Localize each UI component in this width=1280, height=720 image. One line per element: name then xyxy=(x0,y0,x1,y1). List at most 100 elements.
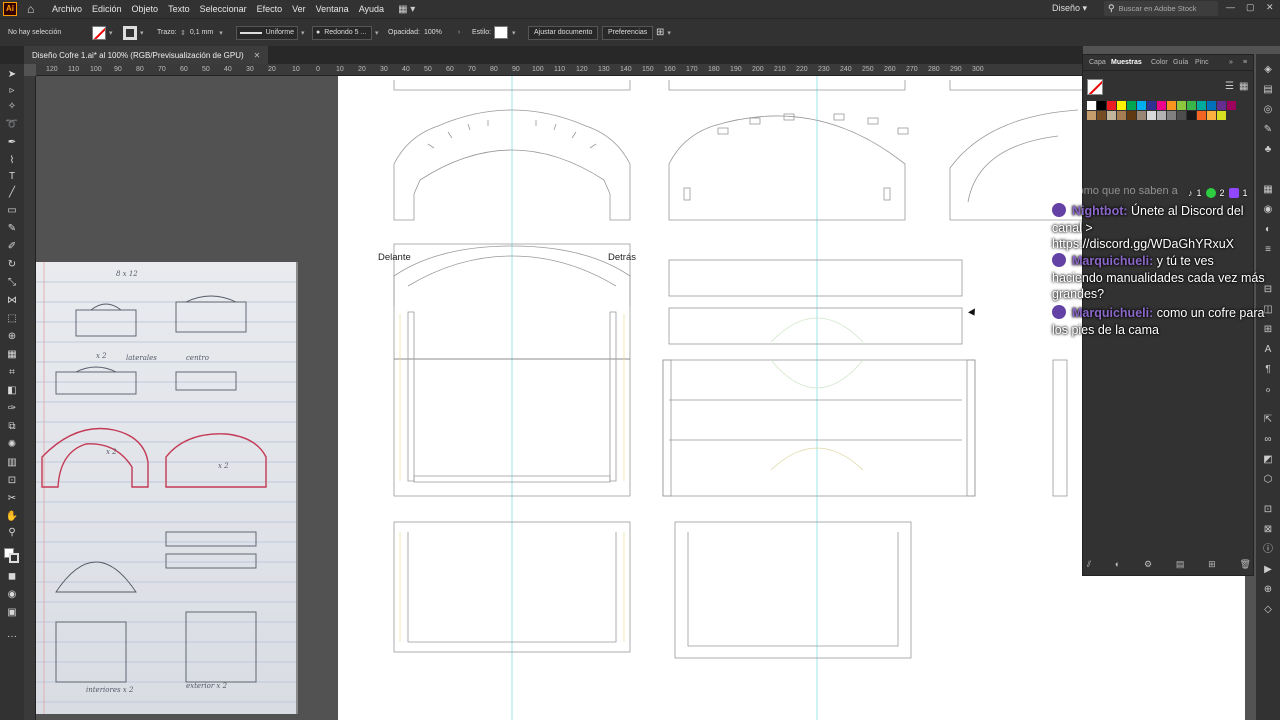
variables-icon[interactable]: ⊕ xyxy=(1262,584,1274,596)
show-swatch-kinds-icon[interactable]: ◐ xyxy=(1115,559,1120,570)
home-icon[interactable]: ⌂ xyxy=(27,3,39,15)
color-swatch[interactable] xyxy=(1147,101,1156,110)
line-tool-icon[interactable]: ╱ xyxy=(4,186,20,200)
align-icon[interactable]: ⊞ ▾ xyxy=(656,25,671,40)
maximize-icon[interactable]: ▢ xyxy=(1246,2,1255,13)
color-swatch[interactable] xyxy=(1157,111,1166,120)
swatch-options-icon[interactable]: ⚙ xyxy=(1144,559,1152,570)
artboard-tool-icon[interactable]: ⊡ xyxy=(4,474,20,488)
image-trace-icon[interactable]: ◩ xyxy=(1262,454,1274,466)
panel-collapse-icon[interactable]: » xyxy=(1229,59,1233,66)
color-swatch[interactable] xyxy=(1177,101,1186,110)
color-swatch[interactable] xyxy=(1167,101,1176,110)
color-swatch[interactable] xyxy=(1137,111,1146,120)
scale-tool-icon[interactable]: ⤡ xyxy=(4,276,20,290)
color-swatch[interactable] xyxy=(1187,111,1196,120)
artboards-icon[interactable]: ⊡ xyxy=(1262,504,1274,516)
color-swatch[interactable] xyxy=(1197,111,1206,120)
attributes-icon[interactable]: ◇ xyxy=(1262,604,1274,616)
style-select[interactable]: ▾ xyxy=(494,25,516,40)
selection-tool-icon[interactable]: ➤ xyxy=(4,68,20,82)
workspace-switcher[interactable]: Diseño ▾ xyxy=(1052,3,1087,14)
symbols-icon[interactable]: ♣ xyxy=(1262,144,1274,156)
more-tools-icon[interactable]: ··· xyxy=(4,630,20,644)
menu-seleccionar[interactable]: Seleccionar xyxy=(200,4,247,14)
gradient-tool-icon[interactable]: ◧ xyxy=(4,384,20,398)
color-swatch[interactable] xyxy=(1117,111,1126,120)
menu-ventana[interactable]: Ventana xyxy=(316,4,349,14)
type-tool-icon[interactable]: T xyxy=(4,170,20,184)
color-swatch[interactable] xyxy=(1107,111,1116,120)
new-swatch-icon[interactable]: ⊞ xyxy=(1208,559,1216,570)
width-tool-icon[interactable]: ⋈ xyxy=(4,294,20,308)
menu-texto[interactable]: Texto xyxy=(168,4,190,14)
minimize-icon[interactable]: — xyxy=(1226,2,1235,12)
opentype-icon[interactable]: ℴ xyxy=(1262,384,1274,396)
rectangle-tool-icon[interactable]: ▭ xyxy=(4,204,20,218)
menu-edicion[interactable]: Edición xyxy=(92,4,122,14)
adobe-stock-search[interactable]: ⚲ Buscar en Adobe Stock xyxy=(1104,1,1218,16)
tab-guia[interactable]: Guía xyxy=(1173,59,1188,66)
zoom-tool-icon[interactable]: ⚲ xyxy=(4,526,20,540)
color-swatch[interactable] xyxy=(1097,111,1106,120)
color-swatch[interactable] xyxy=(1097,101,1106,110)
libraries-icon[interactable]: ▤ xyxy=(1262,84,1274,96)
brush-select[interactable]: ● Redondo 5 ... ▾ xyxy=(312,25,379,40)
fit-document-button[interactable]: Ajustar documento xyxy=(528,25,599,40)
lasso-icon[interactable]: ➰ xyxy=(4,118,20,132)
color-swatch[interactable] xyxy=(1207,111,1216,120)
shaper-tool-icon[interactable]: ✐ xyxy=(4,240,20,254)
menu-archivo[interactable]: Archivo xyxy=(52,4,82,14)
color-swatch[interactable] xyxy=(1147,111,1156,120)
color-swatch[interactable] xyxy=(1087,111,1096,120)
symbol-sprayer-icon[interactable]: ✺ xyxy=(4,438,20,452)
brushes-icon[interactable]: ✎ xyxy=(1262,124,1274,136)
hand-tool-icon[interactable]: ✋ xyxy=(4,510,20,524)
tab-document[interactable]: Diseño Cofre 1.ai* al 100% (RGB/Previsua… xyxy=(24,46,269,64)
color-swatch[interactable] xyxy=(1127,111,1136,120)
color-swatch[interactable] xyxy=(1217,111,1226,120)
links-icon[interactable]: ∞ xyxy=(1262,434,1274,446)
eyedropper-icon[interactable]: ✑ xyxy=(4,402,20,416)
color-swatch[interactable] xyxy=(1207,101,1216,110)
layers-icon[interactable]: ◈ xyxy=(1262,64,1274,76)
color-swatch[interactable] xyxy=(1107,101,1116,110)
paintbrush-icon[interactable]: ✎ xyxy=(4,222,20,236)
close-tab-icon[interactable]: ✕ xyxy=(254,51,261,60)
fill-swatch[interactable]: ▾ xyxy=(92,25,113,40)
tab-muestras[interactable]: Muestras xyxy=(1111,59,1142,66)
color-swatch[interactable] xyxy=(1127,101,1136,110)
navigator-icon[interactable]: ⊠ xyxy=(1262,524,1274,536)
opacity-field[interactable]: 100% › xyxy=(424,25,460,40)
fill-stroke-icon[interactable] xyxy=(4,548,20,563)
stroke-weight-field[interactable]: ⇕ 0,1 mm ▾ xyxy=(180,25,223,40)
rotate-tool-icon[interactable]: ↻ xyxy=(4,258,20,272)
color-swatch[interactable] xyxy=(1087,101,1096,110)
perspective-grid-icon[interactable]: ▦ xyxy=(4,348,20,362)
color-swatch[interactable] xyxy=(1157,101,1166,110)
blend-tool-icon[interactable]: ⧉ xyxy=(4,420,20,434)
menu-ayuda[interactable]: Ayuda xyxy=(359,4,384,14)
tab-capas[interactable]: Capa xyxy=(1089,59,1106,66)
screen-mode-icon[interactable]: ▣ xyxy=(4,606,20,620)
new-color-group-icon[interactable]: ▤ xyxy=(1176,559,1185,570)
color-swatch[interactable] xyxy=(1227,101,1236,110)
curvature-tool-icon[interactable]: ⌇ xyxy=(4,154,20,168)
mesh-tool-icon[interactable]: ⌗ xyxy=(4,366,20,380)
graph-tool-icon[interactable]: ▥ xyxy=(4,456,20,470)
actions-icon[interactable]: ▶ xyxy=(1262,564,1274,576)
tab-pinceles[interactable]: Pinc xyxy=(1195,59,1209,66)
magic-wand-icon[interactable]: ✧ xyxy=(4,100,20,114)
stroke-swatch[interactable]: ▾ xyxy=(123,25,144,40)
color-swatch[interactable] xyxy=(1177,111,1186,120)
tab-color[interactable]: Color xyxy=(1151,59,1168,66)
properties-icon[interactable]: ◎ xyxy=(1262,104,1274,116)
arrange-documents-icon[interactable]: ▦ ▾ xyxy=(398,4,415,15)
color-mode-icon[interactable]: ◼ xyxy=(4,570,20,584)
asset-export-icon[interactable]: ⬡ xyxy=(1262,474,1274,486)
direct-selection-tool-icon[interactable]: ▹ xyxy=(4,84,20,98)
menu-ver[interactable]: Ver xyxy=(292,4,306,14)
info-icon[interactable]: ⓘ xyxy=(1262,544,1274,556)
panel-menu-icon[interactable]: ≡ xyxy=(1243,59,1247,66)
color-swatch[interactable] xyxy=(1197,101,1206,110)
